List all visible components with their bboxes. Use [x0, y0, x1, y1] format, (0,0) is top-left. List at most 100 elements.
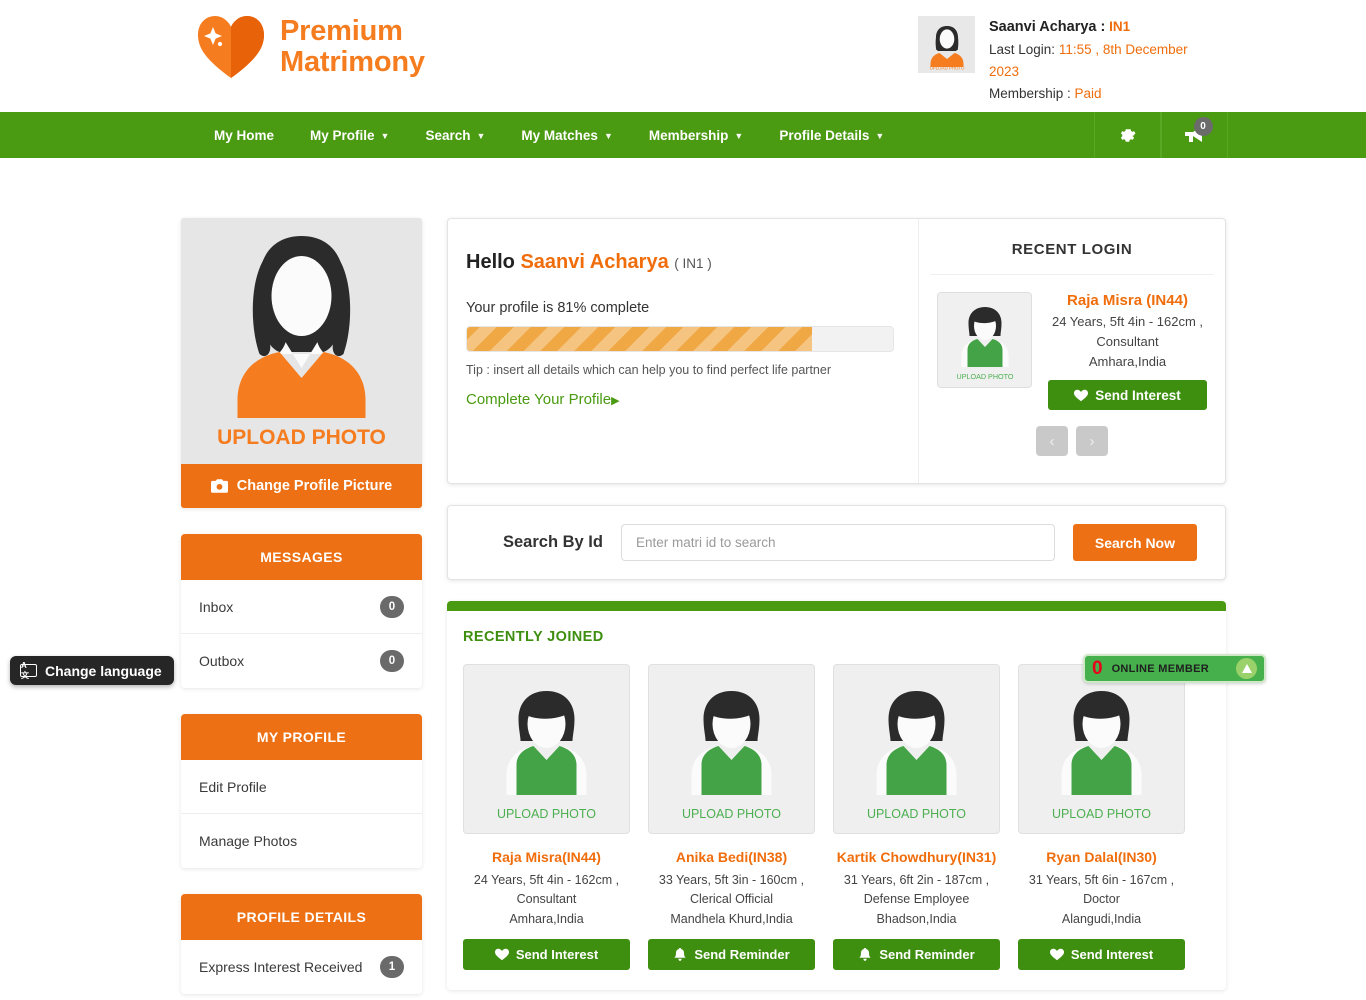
profile-card-name[interactable]: Anika Bedi(IN38) [648, 849, 815, 865]
upload-photo-caption: UPLOAD PHOTO [681, 807, 782, 821]
play-arrow-icon: ▶ [611, 394, 620, 407]
express-interest-count-badge: 1 [380, 956, 404, 978]
female-avatar-icon: UPLOAD PHOTO [918, 16, 975, 73]
profile-card-name[interactable]: Kartik Chowdhury(IN31) [833, 849, 1000, 865]
user-summary: UPLOAD PHOTO Saanvi Acharya : IN1 Last L… [918, 16, 1189, 105]
recent-login-name-text: Raja Misra [1067, 292, 1143, 309]
nav-label: Search [425, 127, 471, 143]
bell-icon [674, 948, 686, 961]
sidebar-item-label: Outbox [199, 653, 245, 669]
send-interest-button[interactable]: Send Interest [463, 939, 630, 971]
profile-details-panel: PROFILE DETAILS Express Interest Receive… [181, 894, 422, 994]
profile-card-name[interactable]: Ryan Dalal(IN30) [1018, 849, 1185, 865]
recent-login-name[interactable]: Raja Misra (IN44) [1048, 292, 1207, 309]
profile-card-name[interactable]: Raja Misra(IN44) [463, 849, 630, 865]
sidebar-item-label: Express Interest Received [199, 959, 363, 975]
nav-items: My Home My Profile ▼ Search ▼ My Matches… [196, 112, 902, 158]
svg-text:UPLOAD PHOTO: UPLOAD PHOTO [956, 372, 1013, 381]
sidebar-item-edit-profile[interactable]: Edit Profile [181, 760, 422, 814]
chevron-down-icon: ▼ [875, 131, 885, 141]
gear-icon [1120, 128, 1136, 142]
user-name: Saanvi Acharya : [989, 19, 1106, 35]
search-by-id-card: Search By Id Search Now [447, 505, 1226, 580]
profile-card-detail-2: Clerical Official [689, 892, 774, 907]
heart-logo-icon [198, 16, 264, 78]
welcome-card: Hello Saanvi Acharya ( IN1 ) Your profil… [447, 218, 1226, 484]
profile-card-thumbnail[interactable]: UPLOAD PHOTO [648, 664, 815, 834]
settings-button[interactable] [1094, 112, 1161, 158]
expand-up-icon[interactable] [1236, 658, 1257, 679]
user-id: IN1 [1109, 19, 1131, 34]
greeting-user-id: ( IN1 ) [674, 256, 712, 271]
profile-card: UPLOAD PHOTO Ryan Dalal(IN30) 31 Years, … [1018, 664, 1185, 971]
complete-your-profile-link[interactable]: Complete Your Profile▶ [466, 391, 894, 408]
sidebar-item-manage-photos[interactable]: Manage Photos [181, 814, 422, 868]
membership-label: Membership : [989, 86, 1071, 102]
profile-card-detail-3: Alangudi,India [1061, 911, 1142, 926]
nav-label: Profile Details [779, 127, 870, 143]
profile-card-thumbnail[interactable]: UPLOAD PHOTO [463, 664, 630, 834]
profile-card-thumbnail[interactable]: UPLOAD PHOTO [833, 664, 1000, 834]
profile-card-button-label: Send Reminder [694, 947, 790, 963]
profile-completion-progressbar [466, 326, 894, 352]
brand-logo[interactable]: Premium Matrimony [196, 14, 425, 80]
sidebar-item-inbox[interactable]: Inbox 0 [181, 580, 422, 634]
send-interest-button[interactable]: Send Interest [1018, 939, 1185, 971]
profile-card-detail-1: 33 Years, 5ft 3in - 160cm , [658, 873, 805, 887]
heart-icon [494, 948, 509, 961]
chevron-down-icon: ▼ [476, 131, 486, 141]
recently-joined-title: RECENTLY JOINED [463, 629, 604, 645]
profile-completion-section: Hello Saanvi Acharya ( IN1 ) Your profil… [448, 219, 918, 483]
male-avatar-icon: UPLOAD PHOTO [938, 293, 1031, 387]
recent-login-detail-1: 24 Years, 5ft 4in - 162cm , [1051, 314, 1204, 329]
nav-item-profile-details[interactable]: Profile Details ▼ [761, 112, 902, 158]
main-navigation: My Home My Profile ▼ Search ▼ My Matches… [0, 112, 1366, 158]
change-profile-picture-button[interactable]: Change Profile Picture [181, 464, 422, 508]
search-now-label: Search Now [1094, 534, 1175, 551]
carousel-next-button[interactable]: › [1076, 426, 1108, 457]
notification-count-badge: 0 [1193, 117, 1213, 136]
change-language-button[interactable]: A文 Change language [10, 656, 174, 685]
nav-item-search[interactable]: Search ▼ [407, 112, 503, 158]
sidebar-item-label: Manage Photos [199, 833, 298, 849]
my-profile-panel: MY PROFILE Edit Profile Manage Photos [181, 714, 422, 868]
sidebar-item-express-interest-received[interactable]: Express Interest Received 1 [181, 940, 422, 994]
change-language-label: Change language [45, 662, 162, 679]
sidebar-item-outbox[interactable]: Outbox 0 [181, 634, 422, 688]
brand-line-2: Matrimony [280, 46, 425, 78]
online-member-badge[interactable]: 0 ONLINE MEMBER [1083, 654, 1266, 683]
nav-label: Membership [648, 127, 729, 143]
left-sidebar: UPLOAD PHOTO Change Profile Picture MESS… [181, 218, 422, 994]
recent-login-avatar[interactable]: UPLOAD PHOTO [937, 292, 1032, 388]
nav-item-my-matches[interactable]: My Matches ▼ [503, 112, 630, 158]
nav-item-membership[interactable]: Membership ▼ [631, 112, 761, 158]
profile-card-button-label: Send Reminder [879, 947, 975, 963]
nav-item-my-profile[interactable]: My Profile ▼ [292, 112, 407, 158]
profile-photo-placeholder [181, 218, 422, 418]
profile-tip: Tip : insert all details which can help … [466, 363, 832, 377]
send-interest-button[interactable]: Send Interest [1048, 380, 1207, 411]
user-avatar[interactable]: UPLOAD PHOTO [918, 16, 975, 73]
nav-label: My Profile [310, 127, 375, 143]
greeting-text: Hello [466, 251, 515, 273]
notifications-button[interactable]: 0 [1161, 112, 1228, 158]
online-member-label: ONLINE MEMBER [1111, 662, 1209, 675]
send-reminder-button[interactable]: Send Reminder [648, 939, 815, 971]
nav-item-my-home[interactable]: My Home [196, 112, 292, 158]
profile-card-thumbnail[interactable]: UPLOAD PHOTO [1018, 664, 1185, 834]
page-header: Premium Matrimony UPLOAD PHOTO Saanvi Ac… [0, 0, 1366, 112]
chevron-down-icon: ▼ [734, 131, 744, 141]
carousel-prev-button[interactable]: ‹ [1036, 426, 1068, 457]
search-input[interactable] [620, 524, 1055, 561]
recently-joined-cards: UPLOAD PHOTO Raja Misra(IN44) 24 Years, … [447, 645, 1226, 990]
send-reminder-button[interactable]: Send Reminder [833, 939, 1000, 971]
search-now-button[interactable]: Search Now [1072, 524, 1197, 561]
sidebar-item-label: Inbox [199, 598, 234, 615]
chevron-down-icon: ▼ [380, 131, 390, 141]
bell-icon [859, 948, 871, 961]
profile-card-detail-2: Consultant [516, 892, 577, 907]
greeting-user-name: Saanvi Acharya [520, 251, 669, 273]
recent-login-title: RECENT LOGIN [931, 241, 1213, 275]
profile-card-detail-3: Mandhela Khurd,India [670, 911, 793, 926]
profile-details-panel-title: PROFILE DETAILS [181, 894, 422, 940]
